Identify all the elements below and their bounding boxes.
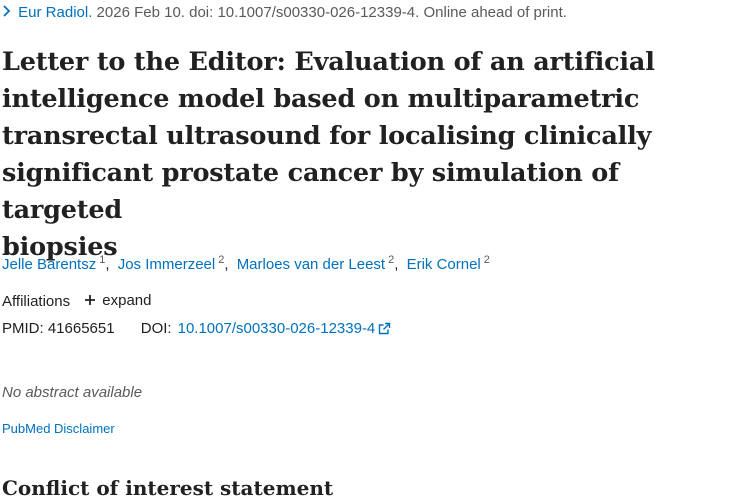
author-separator: , <box>105 256 110 273</box>
citation-line: Eur Radiol. 2026 Feb 10. doi: 10.1007/s0… <box>2 4 567 21</box>
title-line: Letter to the Editor: Evaluation of an a… <box>2 47 655 77</box>
doi-value: 10.1007/s00330-026-12339-4 <box>177 320 376 337</box>
author-separator: , <box>224 256 229 273</box>
citation-details: 2026 Feb 10. doi: 10.1007/s00330-026-123… <box>96 4 567 21</box>
expand-label: expand <box>102 292 152 309</box>
title-line: significant prostate cancer by simulatio… <box>2 158 619 225</box>
article-title: Letter to the Editor: Evaluation of an a… <box>2 44 747 266</box>
identifiers-row: PMID: 41665651 DOI: 10.1007/s00330-026-12… <box>2 320 391 339</box>
expand-affiliations-button[interactable]: expand <box>84 292 151 309</box>
author-list: Jelle Barentsz 1, Jos Immerzeel 2, Marloes… <box>2 254 490 273</box>
plus-icon <box>84 293 96 308</box>
no-abstract-text: No abstract available <box>2 384 143 401</box>
author-link[interactable]: Jelle Barentsz <box>2 256 96 273</box>
chevron-right-icon[interactable] <box>2 4 12 21</box>
author-separator: , <box>394 256 399 273</box>
affiliations-label: Affiliations <box>2 293 71 310</box>
pmid-value: 41665651 <box>47 320 115 337</box>
affiliation-number[interactable]: 2 <box>484 254 490 266</box>
affiliations-row: Affiliations expand <box>2 292 151 310</box>
title-line: transrectal ultrasound for localising cl… <box>2 121 652 151</box>
author-link[interactable]: Jos Immerzeel <box>118 256 216 273</box>
conflict-of-interest-heading: Conflict of interest statement <box>2 476 334 500</box>
title-line: intelligence model based on multiparamet… <box>2 84 640 114</box>
pubmed-disclaimer-link[interactable]: PubMed Disclaimer <box>2 421 115 436</box>
doi-label: DOI: <box>140 320 172 337</box>
journal-link[interactable]: Eur Radiol. <box>18 4 92 21</box>
author-link[interactable]: Erik Cornel <box>407 256 481 273</box>
doi-link[interactable]: 10.1007/s00330-026-12339-4 <box>178 320 392 337</box>
author-link[interactable]: Marloes van der Leest <box>237 256 385 273</box>
pmid-label: PMID: <box>2 320 44 337</box>
external-link-icon <box>378 322 391 339</box>
